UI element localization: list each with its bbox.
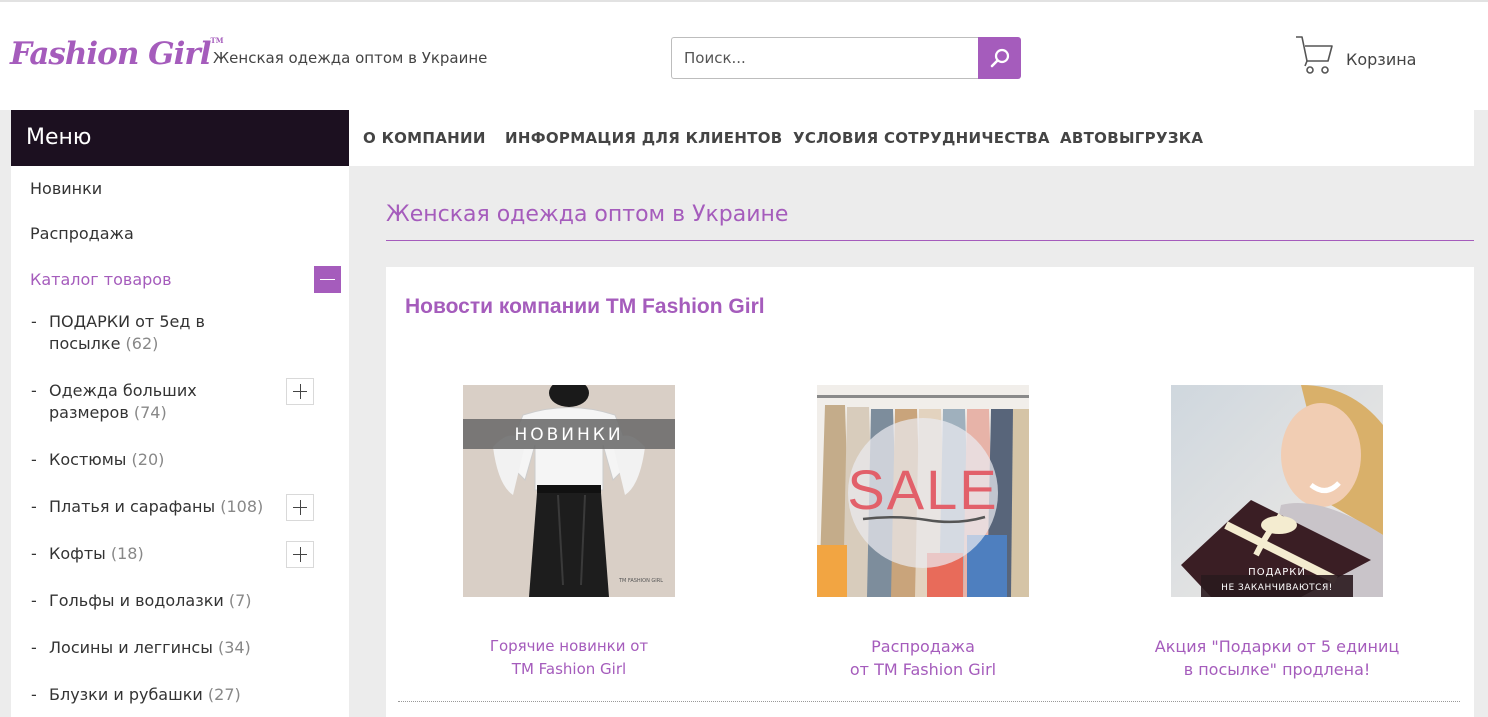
nav-about[interactable]: О КОМПАНИИ bbox=[363, 129, 486, 147]
cart-label: Корзина bbox=[1346, 50, 1417, 69]
category-plus-size[interactable]: - Одежда больших размеров (74) bbox=[31, 380, 231, 424]
cart-button[interactable]: Корзина bbox=[1294, 34, 1416, 76]
news-item-sale[interactable]: SALE Распродажа от TM Fashion Girl bbox=[746, 385, 1100, 681]
category-leggings[interactable]: - Лосины и леггинсы (34) bbox=[31, 637, 251, 659]
news-item-new-arrivals[interactable]: НОВИНКИ TM FASHION GIRL Горячие новинки … bbox=[392, 385, 746, 681]
news-caption: Акция "Подарки от 5 единиц в посылке" про… bbox=[1154, 637, 1400, 679]
category-dresses[interactable]: - Платья и сарафаны (108) bbox=[31, 496, 263, 518]
category-blouses[interactable]: - Блузки и рубашки (27) bbox=[31, 684, 241, 706]
cart-icon bbox=[1296, 36, 1333, 74]
sale-image-text: SALE bbox=[847, 458, 998, 521]
expand-dresses-button[interactable] bbox=[286, 494, 314, 521]
category-turtlenecks[interactable]: - Гольфы и водолазки (7) bbox=[31, 590, 252, 612]
sidebar-item-catalog[interactable]: Каталог товаров bbox=[30, 270, 172, 289]
page-title: Женская одежда оптом в Украине bbox=[386, 202, 789, 227]
news-image-sale: SALE bbox=[817, 385, 1029, 597]
sidebar-menu: Меню Новинки Распродажа Каталог товаров … bbox=[11, 110, 349, 717]
news-caption: Горячие новинки от TM Fashion Girl bbox=[489, 637, 649, 678]
news-caption: Распродажа от TM Fashion Girl bbox=[849, 637, 997, 679]
sidebar-item-new[interactable]: Новинки bbox=[30, 179, 102, 198]
search-button[interactable] bbox=[978, 37, 1021, 79]
gifts-image-text-2: НЕ ЗАКАНЧИВАЮТСЯ! bbox=[1221, 583, 1333, 593]
news-image-gifts: ПОДАРКИ НЕ ЗАКАНЧИВАЮТСЯ! bbox=[1171, 385, 1383, 597]
menu-title: Меню bbox=[11, 110, 349, 166]
new-arrivals-image-text: НОВИНКИ bbox=[514, 425, 623, 445]
collapse-catalog-button[interactable] bbox=[314, 266, 341, 293]
category-sweaters[interactable]: - Кофты (18) bbox=[31, 543, 144, 565]
search-icon bbox=[990, 48, 1009, 68]
nav-autoexport[interactable]: АВТОВЫГРУЗКА bbox=[1060, 129, 1203, 147]
title-divider bbox=[386, 240, 1474, 241]
search-bar bbox=[671, 37, 1021, 79]
news-image-new-arrivals: НОВИНКИ TM FASHION GIRL bbox=[463, 385, 675, 597]
site-header: Fashion GirlTM Женская одежда оптом в Ук… bbox=[0, 0, 1488, 110]
gifts-image-text-1: ПОДАРКИ bbox=[1248, 567, 1306, 578]
news-item-gifts-promo[interactable]: ПОДАРКИ НЕ ЗАКАНЧИВАЮТСЯ! Акция "Подарки… bbox=[1100, 385, 1454, 681]
search-input[interactable] bbox=[671, 37, 978, 79]
site-tagline: Женская одежда оптом в Украине bbox=[213, 49, 488, 67]
expand-sweaters-button[interactable] bbox=[286, 541, 314, 568]
category-gifts[interactable]: - ПОДАРКИ от 5ед в посылке (62) bbox=[31, 311, 231, 355]
expand-plus-size-button[interactable] bbox=[286, 378, 314, 405]
news-card: Новости компании ТМ Fashion Girl НОВИНКИ… bbox=[386, 267, 1474, 717]
news-divider bbox=[398, 701, 1460, 702]
news-section-title: Новости компании ТМ Fashion Girl bbox=[405, 295, 765, 318]
nav-cooperation[interactable]: УСЛОВИЯ СОТРУДНИЧЕСТВА bbox=[793, 129, 1050, 147]
new-arrivals-brand-text: TM FASHION GIRL bbox=[618, 578, 663, 584]
sidebar-item-sale[interactable]: Распродажа bbox=[30, 224, 134, 243]
top-navigation: О КОМПАНИИ ИНФОРМАЦИЯ ДЛЯ КЛИЕНТОВ УСЛОВ… bbox=[349, 110, 1474, 166]
logo[interactable]: Fashion GirlTM bbox=[10, 36, 224, 72]
nav-client-info[interactable]: ИНФОРМАЦИЯ ДЛЯ КЛИЕНТОВ bbox=[505, 129, 783, 147]
category-suits[interactable]: - Костюмы (20) bbox=[31, 449, 164, 471]
